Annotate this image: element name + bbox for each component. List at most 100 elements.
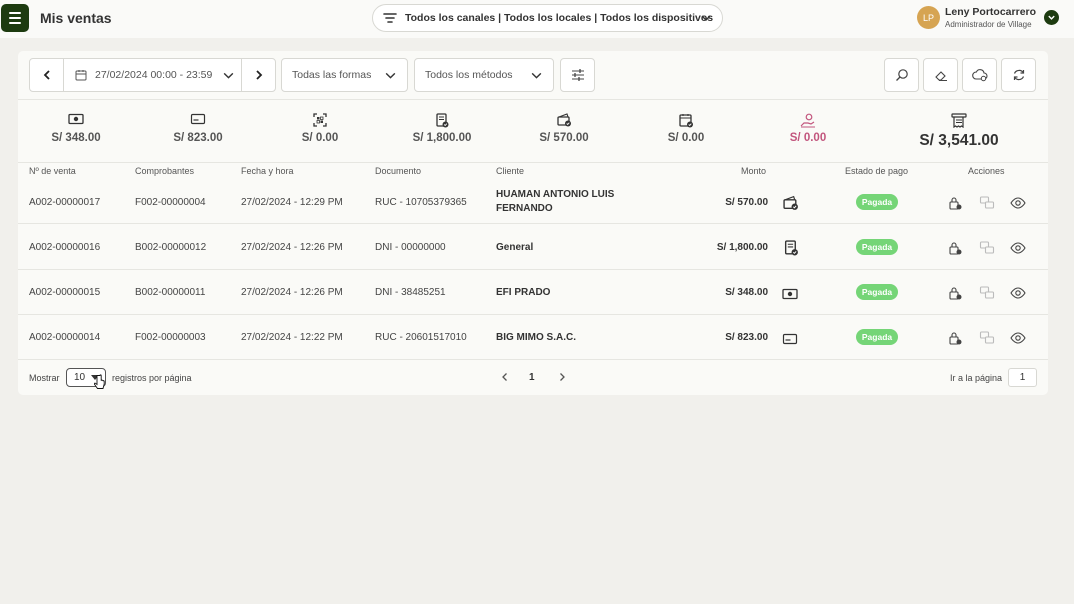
client-document: RUC - 20601517010 bbox=[375, 332, 467, 343]
sale-amount: S/ 823.00 bbox=[725, 332, 768, 343]
chevron-down-icon bbox=[224, 72, 234, 79]
filter-lines-icon bbox=[383, 13, 397, 23]
chat-icon[interactable] bbox=[979, 285, 995, 301]
search-button[interactable] bbox=[884, 58, 919, 92]
stat-value: S/ 0.00 bbox=[789, 132, 827, 144]
methods-filter-label: Todos los métodos bbox=[425, 69, 513, 81]
table-row[interactable]: A002-00000016 B002-00000012 27/02/2024 -… bbox=[18, 225, 1048, 270]
next-day-button[interactable] bbox=[242, 59, 275, 91]
column-header-datetime: Fecha y hora bbox=[241, 166, 294, 176]
card-icon bbox=[190, 113, 206, 125]
date-range-filter: 27/02/2024 00:00 - 23:59 bbox=[29, 58, 276, 92]
column-header-actions: Acciones bbox=[968, 166, 1005, 176]
user-name: Leny Portocarrero bbox=[945, 6, 1037, 18]
date-range-picker[interactable]: 27/02/2024 00:00 - 23:59 bbox=[64, 59, 241, 91]
stat-value: S/ 3,541.00 bbox=[919, 132, 999, 149]
stat-cash: S/ 348.00 bbox=[26, 113, 126, 144]
column-header-client: Cliente bbox=[496, 166, 525, 176]
table-row[interactable]: A002-00000017 F002-00000004 27/02/2024 -… bbox=[18, 179, 1048, 224]
status-badge: Pagada bbox=[856, 284, 898, 300]
receipt-total-icon bbox=[951, 113, 967, 128]
channel-filter-selector[interactable]: Todos los canales | Todos los locales | … bbox=[372, 4, 723, 32]
chat-icon[interactable] bbox=[979, 330, 995, 346]
stat-value: S/ 1,800.00 bbox=[412, 132, 472, 144]
chevron-right-icon bbox=[255, 70, 262, 80]
stat-card: S/ 823.00 bbox=[148, 113, 248, 144]
lock-payment-icon[interactable] bbox=[947, 240, 963, 256]
client-name: HUAMAN ANTONIO LUIS FERNANDO bbox=[496, 189, 615, 214]
chat-icon[interactable] bbox=[979, 195, 995, 211]
user-menu-toggle[interactable] bbox=[1044, 10, 1059, 25]
mouse-pointer-icon bbox=[94, 374, 105, 389]
status-badge: Pagada bbox=[856, 329, 898, 345]
sale-datetime: 27/02/2024 - 12:26 PM bbox=[241, 242, 343, 253]
sale-number: A002-00000016 bbox=[29, 242, 101, 253]
chevron-down-icon bbox=[1048, 15, 1055, 20]
per-page-value: 10 bbox=[74, 372, 86, 383]
forms-filter-label: Todas las formas bbox=[292, 69, 372, 81]
refresh-icon bbox=[1013, 69, 1024, 81]
status-badge: Pagada bbox=[856, 239, 898, 255]
calendar-icon bbox=[75, 70, 87, 81]
previous-page-icon[interactable] bbox=[500, 372, 510, 382]
wallet-check-icon bbox=[556, 113, 571, 127]
next-page-icon[interactable] bbox=[557, 372, 567, 382]
eye-icon[interactable] bbox=[1010, 195, 1026, 211]
calendar-check-icon bbox=[678, 114, 693, 128]
sale-amount: S/ 1,800.00 bbox=[716, 242, 768, 253]
user-role: Administrador de Village bbox=[945, 20, 1032, 29]
sale-amount: S/ 570.00 bbox=[725, 197, 768, 208]
clear-filters-button[interactable] bbox=[923, 58, 958, 92]
column-header-amount: Monto bbox=[741, 166, 767, 176]
chevron-down-icon bbox=[701, 15, 711, 21]
cash-icon bbox=[782, 288, 798, 300]
eye-icon[interactable] bbox=[1010, 285, 1026, 301]
cloud-sync-button[interactable] bbox=[962, 58, 997, 92]
avatar[interactable]: LP bbox=[917, 6, 940, 29]
stat-value: S/ 0.00 bbox=[667, 132, 705, 144]
table-row[interactable]: A002-00000014 F002-00000003 27/02/2024 -… bbox=[18, 315, 1048, 360]
eye-icon[interactable] bbox=[1010, 240, 1026, 256]
methods-filter-dropdown[interactable]: Todos los métodos bbox=[414, 58, 554, 92]
client-document: DNI - 38485251 bbox=[375, 287, 446, 298]
stat-value: S/ 823.00 bbox=[173, 132, 223, 144]
hand-coin-icon bbox=[800, 113, 815, 128]
lock-payment-icon[interactable] bbox=[947, 195, 963, 211]
lock-payment-icon[interactable] bbox=[947, 330, 963, 346]
eye-icon[interactable] bbox=[1010, 330, 1026, 346]
column-header-sale: Nº de venta bbox=[29, 166, 76, 176]
channel-filter-label: Todos los canales | Todos los locales | … bbox=[405, 12, 714, 24]
chat-icon[interactable] bbox=[979, 240, 995, 256]
stat-wallet: S/ 570.00 bbox=[514, 113, 614, 144]
column-header-document: Documento bbox=[375, 166, 422, 176]
transfer-doc-icon bbox=[436, 113, 449, 128]
goto-page-input[interactable]: 1 bbox=[1008, 368, 1037, 387]
advanced-filters-button[interactable] bbox=[560, 58, 595, 92]
chevron-down-icon bbox=[385, 72, 396, 79]
current-page[interactable]: 1 bbox=[529, 372, 535, 383]
client-name: General bbox=[496, 242, 534, 253]
forms-filter-dropdown[interactable]: Todas las formas bbox=[281, 58, 408, 92]
client-document: DNI - 00000000 bbox=[375, 242, 446, 253]
previous-day-button[interactable] bbox=[30, 59, 63, 91]
goto-page-label: Ir a la página bbox=[950, 373, 1003, 383]
per-page-suffix: registros por página bbox=[112, 373, 192, 383]
sale-number: A002-00000017 bbox=[29, 197, 101, 208]
table-row[interactable]: A002-00000015 B002-00000011 27/02/2024 -… bbox=[18, 270, 1048, 315]
search-icon bbox=[895, 69, 908, 81]
stat-value: S/ 0.00 bbox=[301, 132, 339, 144]
client-name: EFI PRADO bbox=[496, 287, 551, 298]
hamburger-menu-button[interactable] bbox=[1, 4, 29, 32]
lock-payment-icon[interactable] bbox=[947, 285, 963, 301]
voucher-number: B002-00000012 bbox=[135, 242, 207, 253]
card-icon bbox=[782, 333, 798, 345]
voucher-number: F002-00000003 bbox=[135, 332, 206, 343]
column-header-status: Estado de pago bbox=[845, 166, 909, 176]
refresh-button[interactable] bbox=[1001, 58, 1036, 92]
cloud-icon bbox=[971, 69, 987, 82]
wallet-check-icon bbox=[783, 195, 798, 210]
eraser-icon bbox=[934, 71, 947, 81]
show-label: Mostrar bbox=[29, 373, 60, 383]
voucher-number: B002-00000011 bbox=[135, 287, 206, 298]
sale-amount: S/ 348.00 bbox=[725, 287, 768, 298]
